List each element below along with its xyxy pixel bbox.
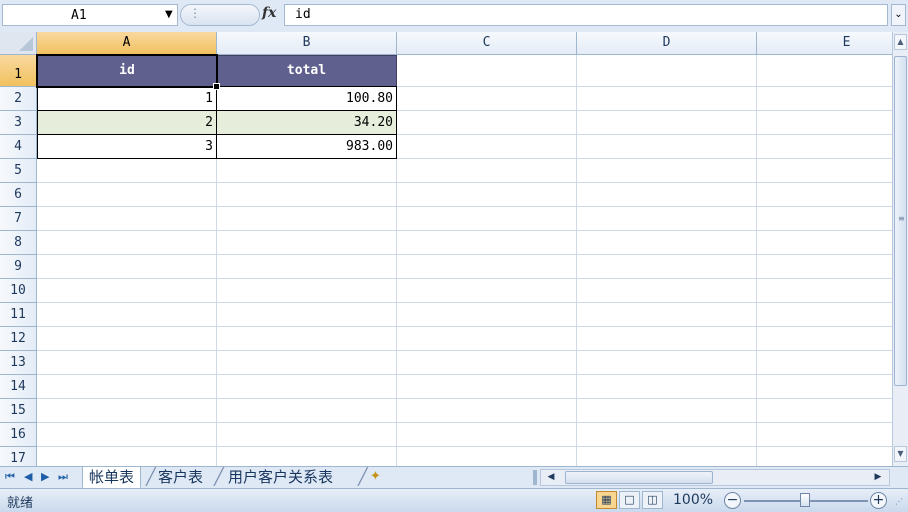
gridline — [37, 446, 892, 447]
formula-controls: ⋮ fx — [180, 4, 282, 26]
formula-bar: A1 ▼ ⋮ fx id ⌄ — [0, 0, 908, 32]
row-header-12[interactable]: 12 — [0, 327, 37, 351]
scroll-right-icon[interactable]: ▶ — [871, 471, 885, 484]
fill-handle[interactable] — [213, 83, 220, 90]
formula-pill[interactable]: ⋮ — [180, 4, 260, 26]
cell-a4[interactable]: 3 — [37, 134, 217, 159]
cell-b1[interactable]: total — [216, 55, 397, 87]
grip-icon: ⋮ — [189, 6, 201, 20]
tab-divider: ╱ — [214, 467, 224, 486]
gridline — [37, 206, 892, 207]
chevron-down-icon[interactable]: ▼ — [165, 9, 173, 20]
name-box[interactable]: A1 ▼ — [2, 4, 178, 26]
vertical-scrollbar[interactable]: ▲ ≡ ▼ — [892, 32, 908, 466]
row-header-7[interactable]: 7 — [0, 207, 37, 231]
column-header-d[interactable]: D — [577, 32, 757, 55]
row-header-5[interactable]: 5 — [0, 159, 37, 183]
vertical-scroll-thumb[interactable]: ≡ — [894, 56, 907, 386]
name-box-value: A1 — [71, 8, 87, 23]
gridline — [756, 55, 757, 466]
column-header-c[interactable]: C — [397, 32, 577, 55]
cell-a2[interactable]: 1 — [37, 86, 217, 111]
gridline — [37, 278, 892, 279]
column-header-a[interactable]: A — [37, 32, 217, 55]
tab-split-handle[interactable] — [533, 470, 537, 485]
row-header-4[interactable]: 4 — [0, 135, 37, 159]
row-header-13[interactable]: 13 — [0, 351, 37, 375]
formula-input[interactable]: id — [284, 4, 888, 26]
gridline — [37, 398, 892, 399]
row-header-2[interactable]: 2 — [0, 87, 37, 111]
formula-text: id — [295, 7, 311, 22]
scroll-left-icon[interactable]: ◀ — [544, 471, 558, 484]
row-header-3[interactable]: 3 — [0, 111, 37, 135]
last-sheet-icon[interactable]: ⏭ — [58, 470, 68, 484]
row-header-16[interactable]: 16 — [0, 423, 37, 447]
insert-sheet-icon[interactable]: ✦ — [370, 469, 381, 484]
cell-a1[interactable]: id — [37, 55, 217, 87]
column-header-e[interactable]: E — [757, 32, 892, 55]
normal-view-icon[interactable]: ▦ — [596, 491, 617, 509]
row-header-14[interactable]: 14 — [0, 375, 37, 399]
gridline — [37, 230, 892, 231]
status-bar: 就绪 ▦ □ ◫ 100% − + ⋰ — [0, 488, 908, 512]
next-sheet-icon[interactable]: ▶ — [41, 470, 49, 483]
row-header-8[interactable]: 8 — [0, 231, 37, 255]
gridline — [37, 254, 892, 255]
tab-divider: ╱ — [146, 467, 156, 486]
row-header-6[interactable]: 6 — [0, 183, 37, 207]
zoom-level[interactable]: 100% — [673, 492, 713, 508]
row-header-1[interactable]: 1 — [0, 55, 37, 87]
gridline — [37, 326, 892, 327]
horizontal-scroll-thumb[interactable] — [565, 471, 713, 484]
page-break-preview-icon[interactable]: ◫ — [642, 491, 663, 509]
row-header-17[interactable]: 17 — [0, 447, 37, 466]
cell-b4[interactable]: 983.00 — [216, 134, 397, 159]
cell-a3[interactable]: 2 — [37, 110, 217, 135]
zoom-in-icon[interactable]: + — [870, 492, 887, 509]
sheet-tab-active[interactable]: 帐单表 — [82, 467, 142, 489]
row-header-11[interactable]: 11 — [0, 303, 37, 327]
resize-grip-icon[interactable]: ⋰ — [895, 497, 903, 506]
first-sheet-icon[interactable]: ⏮ — [5, 470, 15, 484]
sheet-tab[interactable]: 客户表 — [158, 467, 203, 487]
row-header-9[interactable]: 9 — [0, 255, 37, 279]
scroll-up-icon[interactable]: ▲ — [894, 34, 907, 50]
row-header-10[interactable]: 10 — [0, 279, 37, 303]
insert-function-icon[interactable]: fx — [262, 5, 276, 21]
scroll-down-icon[interactable]: ▼ — [894, 446, 907, 462]
select-all-corner[interactable] — [0, 32, 37, 55]
cell-b2[interactable]: 100.80 — [216, 86, 397, 111]
row-header-15[interactable]: 15 — [0, 399, 37, 423]
gridline — [576, 55, 577, 466]
expand-formula-bar-icon[interactable]: ⌄ — [891, 4, 906, 26]
zoom-out-icon[interactable]: − — [724, 492, 741, 509]
sheet-tab-bar: ⏮ ◀ ▶ ⏭ 帐单表 ╱ 客户表 ╱ 用户客户关系表 ╱ ✦ ◀ ▶ — [0, 466, 908, 489]
gridline — [37, 350, 892, 351]
grip-icon: ≡ — [898, 214, 905, 223]
gridline — [37, 422, 892, 423]
prev-sheet-icon[interactable]: ◀ — [24, 470, 32, 483]
sheet-tab[interactable]: 用户客户关系表 — [228, 467, 333, 487]
gridline — [37, 302, 892, 303]
cell-b3[interactable]: 34.20 — [216, 110, 397, 135]
column-header-b[interactable]: B — [217, 32, 397, 55]
tab-divider: ╱ — [358, 467, 368, 486]
gridline — [37, 374, 892, 375]
spreadsheet-grid[interactable]: A B C D E 1 2 3 4 5 6 7 8 9 10 11 12 13 … — [0, 32, 892, 466]
zoom-slider-thumb[interactable] — [800, 493, 810, 507]
page-layout-view-icon[interactable]: □ — [619, 491, 640, 509]
horizontal-scrollbar[interactable]: ◀ ▶ — [540, 469, 890, 486]
gridline — [37, 182, 892, 183]
status-ready: 就绪 — [7, 496, 34, 511]
